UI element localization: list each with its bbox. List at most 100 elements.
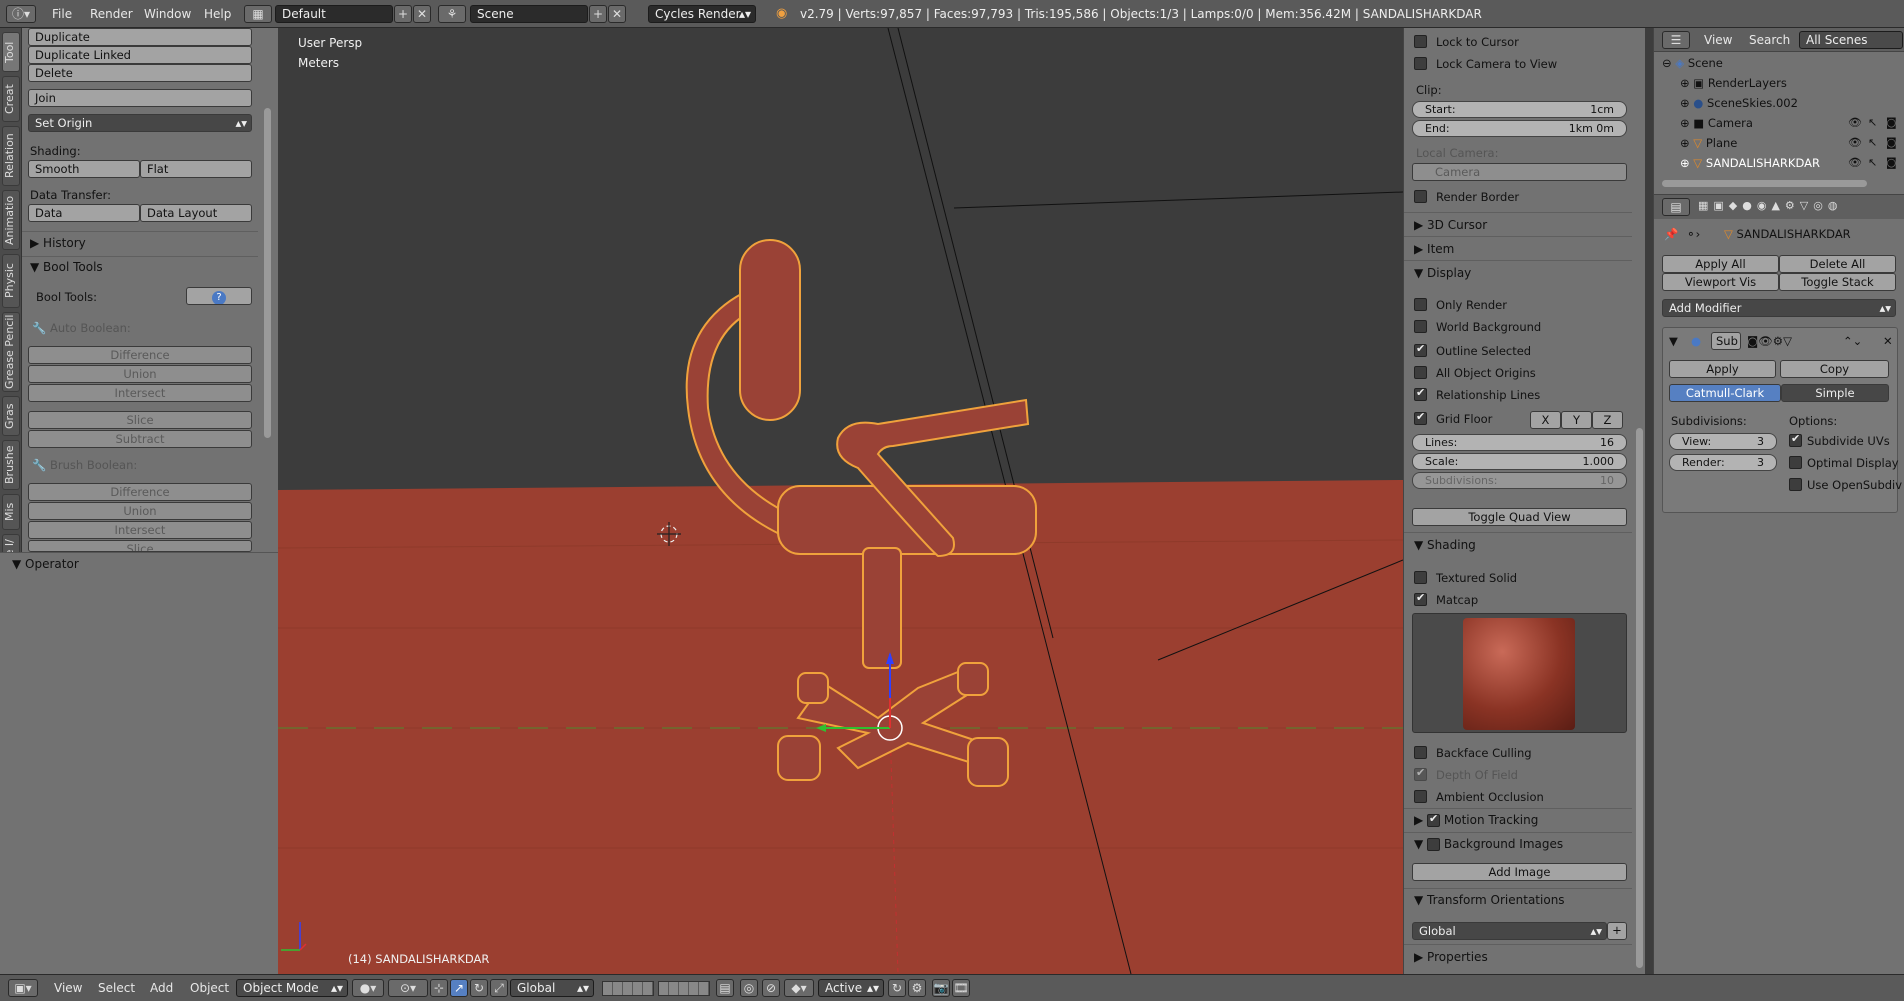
optimal-display-checkbox[interactable] bbox=[1789, 456, 1802, 469]
render-levels-field[interactable]: Render: 3 bbox=[1669, 454, 1777, 471]
render-toggle-icon[interactable]: ◙ bbox=[1886, 116, 1897, 129]
bool-tools-panel-header[interactable]: ▼ Bool Tools bbox=[30, 260, 103, 274]
tab-grease-pencil[interactable]: Grease Pencil bbox=[2, 312, 20, 392]
grid-floor-checkbox[interactable] bbox=[1414, 410, 1427, 425]
clip-start-field[interactable]: Start: 1cm bbox=[1412, 101, 1627, 118]
tab-gras[interactable]: Gras bbox=[2, 396, 20, 436]
history-panel-header[interactable]: ▶ History bbox=[30, 236, 86, 250]
tab-animation[interactable]: Animatio bbox=[2, 190, 20, 250]
outline-selected-checkbox[interactable] bbox=[1414, 342, 1427, 357]
tab-physics[interactable]: Physic bbox=[2, 254, 20, 308]
grid-lines-field[interactable]: Lines: 16 bbox=[1412, 434, 1627, 451]
snap-project-icon[interactable]: ⚙ bbox=[908, 979, 926, 997]
copy-button[interactable]: Copy bbox=[1780, 360, 1889, 378]
properties-shelf-scrollbar[interactable] bbox=[1636, 428, 1643, 968]
scene-field[interactable]: Scene bbox=[470, 5, 588, 23]
snap-align-icon[interactable]: ↻ bbox=[888, 979, 906, 997]
add-modifier-dropdown[interactable]: Add Modifier ▴▾ bbox=[1662, 299, 1896, 317]
add-image-button[interactable]: Add Image bbox=[1412, 863, 1627, 881]
pivot-point-icon[interactable]: ⊙▾ bbox=[388, 979, 428, 997]
outliner-item-scene[interactable]: ⊖ ◈ Scene bbox=[1662, 56, 1723, 70]
outliner-scrollbar[interactable] bbox=[1662, 180, 1867, 187]
eye-icon[interactable]: 👁 bbox=[1848, 116, 1862, 129]
brush-union-button[interactable]: Union bbox=[28, 502, 252, 520]
cursor-select-icon[interactable]: ↖ bbox=[1868, 136, 1877, 149]
tab-tools[interactable]: Tool bbox=[2, 32, 20, 72]
modifier-visibility-icons[interactable]: ◙👁⚙▽ bbox=[1747, 334, 1792, 348]
outliner-item-plane[interactable]: ⊕ ▽ Plane bbox=[1680, 136, 1737, 150]
auto-slice-button[interactable]: Slice bbox=[28, 411, 252, 429]
outliner-item-renderlayers[interactable]: ⊕ ▣ RenderLayers bbox=[1680, 76, 1787, 90]
scale-manipulator-icon[interactable]: ⤢ bbox=[490, 979, 508, 997]
motion-tracking-checkbox[interactable] bbox=[1427, 812, 1441, 827]
snap-toggle-icon[interactable]: ⊘ bbox=[762, 979, 780, 997]
flat-button[interactable]: Flat bbox=[140, 160, 252, 178]
snap-target-select[interactable]: Active ▴▾ bbox=[818, 979, 884, 997]
properties-context-tabs[interactable]: ▦▣◆●◉▲⚙▽◎◍ bbox=[1698, 199, 1898, 215]
auto-union-button[interactable]: Union bbox=[28, 365, 252, 383]
brush-difference-button[interactable]: Difference bbox=[28, 483, 252, 501]
move-up-down-icons[interactable]: ⌃⌄ bbox=[1843, 334, 1862, 348]
tab-misc[interactable]: Mis bbox=[2, 494, 20, 530]
smooth-button[interactable]: Smooth bbox=[28, 160, 140, 178]
catmull-clark-toggle[interactable]: Catmull-Clark bbox=[1669, 384, 1781, 402]
shading-panel-header[interactable]: ▼ Shading bbox=[1414, 538, 1476, 552]
scene-icon[interactable]: ⚘ bbox=[438, 5, 466, 23]
toggle-stack-button[interactable]: Toggle Stack bbox=[1779, 273, 1896, 291]
subdivide-uvs-checkbox[interactable] bbox=[1789, 432, 1802, 447]
data-button[interactable]: Data bbox=[28, 204, 140, 222]
operator-panel-header[interactable]: ▼ Operator bbox=[12, 557, 79, 571]
display-mode-select[interactable]: All Scenes bbox=[1799, 31, 1903, 49]
simple-toggle[interactable]: Simple bbox=[1781, 384, 1889, 402]
all-object-origins-checkbox[interactable] bbox=[1414, 366, 1427, 379]
remove-scene-icon[interactable]: ✕ bbox=[608, 5, 626, 23]
world-background-checkbox[interactable] bbox=[1414, 320, 1427, 333]
rotate-manipulator-icon[interactable]: ↻ bbox=[470, 979, 488, 997]
layers-grid-2[interactable] bbox=[658, 981, 710, 996]
add-orientation-icon[interactable]: + bbox=[1607, 922, 1627, 940]
menu-window[interactable]: Window bbox=[144, 7, 191, 21]
menu-render[interactable]: Render bbox=[90, 7, 133, 21]
render-animation-icon[interactable]: 🎞 bbox=[952, 979, 970, 997]
orientation-dropdown[interactable]: Global ▴▾ bbox=[1412, 922, 1607, 940]
lock-to-cursor-checkbox[interactable] bbox=[1414, 35, 1427, 48]
interaction-mode-select[interactable]: Object Mode ▴▾ bbox=[236, 979, 348, 997]
item-panel-header[interactable]: ▶ Item bbox=[1414, 242, 1454, 256]
transform-orientation-select[interactable]: Global ▴▾ bbox=[510, 979, 594, 997]
ambient-occlusion-checkbox[interactable] bbox=[1414, 790, 1427, 803]
axis-x-toggle[interactable]: X bbox=[1530, 411, 1561, 429]
lock-layers-icon[interactable]: ▤ bbox=[716, 979, 734, 997]
render-engine-select[interactable]: Cycles Render ▴▾ bbox=[648, 5, 756, 23]
menu-add[interactable]: Add bbox=[150, 981, 173, 995]
render-toggle-icon[interactable]: ◙ bbox=[1886, 136, 1897, 149]
view-levels-field[interactable]: View: 3 bbox=[1669, 433, 1777, 450]
menu-help[interactable]: Help bbox=[204, 7, 231, 21]
pin-icon[interactable]: 📌 bbox=[1664, 227, 1678, 241]
grid-scale-field[interactable]: Scale: 1.000 bbox=[1412, 453, 1627, 470]
brush-intersect-button[interactable]: Intersect bbox=[28, 521, 252, 539]
menu-select[interactable]: Select bbox=[98, 981, 135, 995]
join-button[interactable]: Join bbox=[28, 89, 252, 107]
duplicate-linked-button[interactable]: Duplicate Linked bbox=[28, 46, 252, 64]
render-border-checkbox[interactable] bbox=[1414, 190, 1427, 203]
transform-orientations-panel-header[interactable]: ▼ Transform Orientations bbox=[1414, 893, 1565, 907]
add-scene-icon[interactable]: + bbox=[589, 5, 607, 23]
outliner-item-sandalisharkdar[interactable]: ⊕ ▽ SANDALISHARKDAR bbox=[1680, 156, 1820, 170]
3d-view-editor-type-icon[interactable]: ▣▾ bbox=[8, 979, 38, 997]
apply-button[interactable]: Apply bbox=[1669, 360, 1776, 378]
collapse-chevron-icon[interactable]: ▼ bbox=[1669, 334, 1678, 348]
axis-y-toggle[interactable]: Y bbox=[1561, 411, 1592, 429]
tab-brushes[interactable]: Brushe bbox=[2, 440, 20, 490]
tool-shelf-scrollbar[interactable] bbox=[264, 108, 271, 438]
outliner-editor-type-icon[interactable]: ☰ bbox=[1662, 31, 1690, 49]
relationship-lines-checkbox[interactable] bbox=[1414, 386, 1427, 401]
properties-editor-type-icon[interactable]: ▤ bbox=[1662, 198, 1690, 216]
render-toggle-icon[interactable]: ◙ bbox=[1886, 156, 1897, 169]
display-panel-header[interactable]: ▼ Display bbox=[1414, 266, 1471, 280]
outliner-search-menu[interactable]: Search bbox=[1749, 33, 1790, 47]
delete-button[interactable]: Delete bbox=[28, 64, 252, 82]
only-render-checkbox[interactable] bbox=[1414, 298, 1427, 311]
cursor-select-icon[interactable]: ↖ bbox=[1868, 156, 1877, 169]
eye-icon[interactable]: 👁 bbox=[1848, 156, 1862, 169]
outliner-view-menu[interactable]: View bbox=[1704, 33, 1732, 47]
